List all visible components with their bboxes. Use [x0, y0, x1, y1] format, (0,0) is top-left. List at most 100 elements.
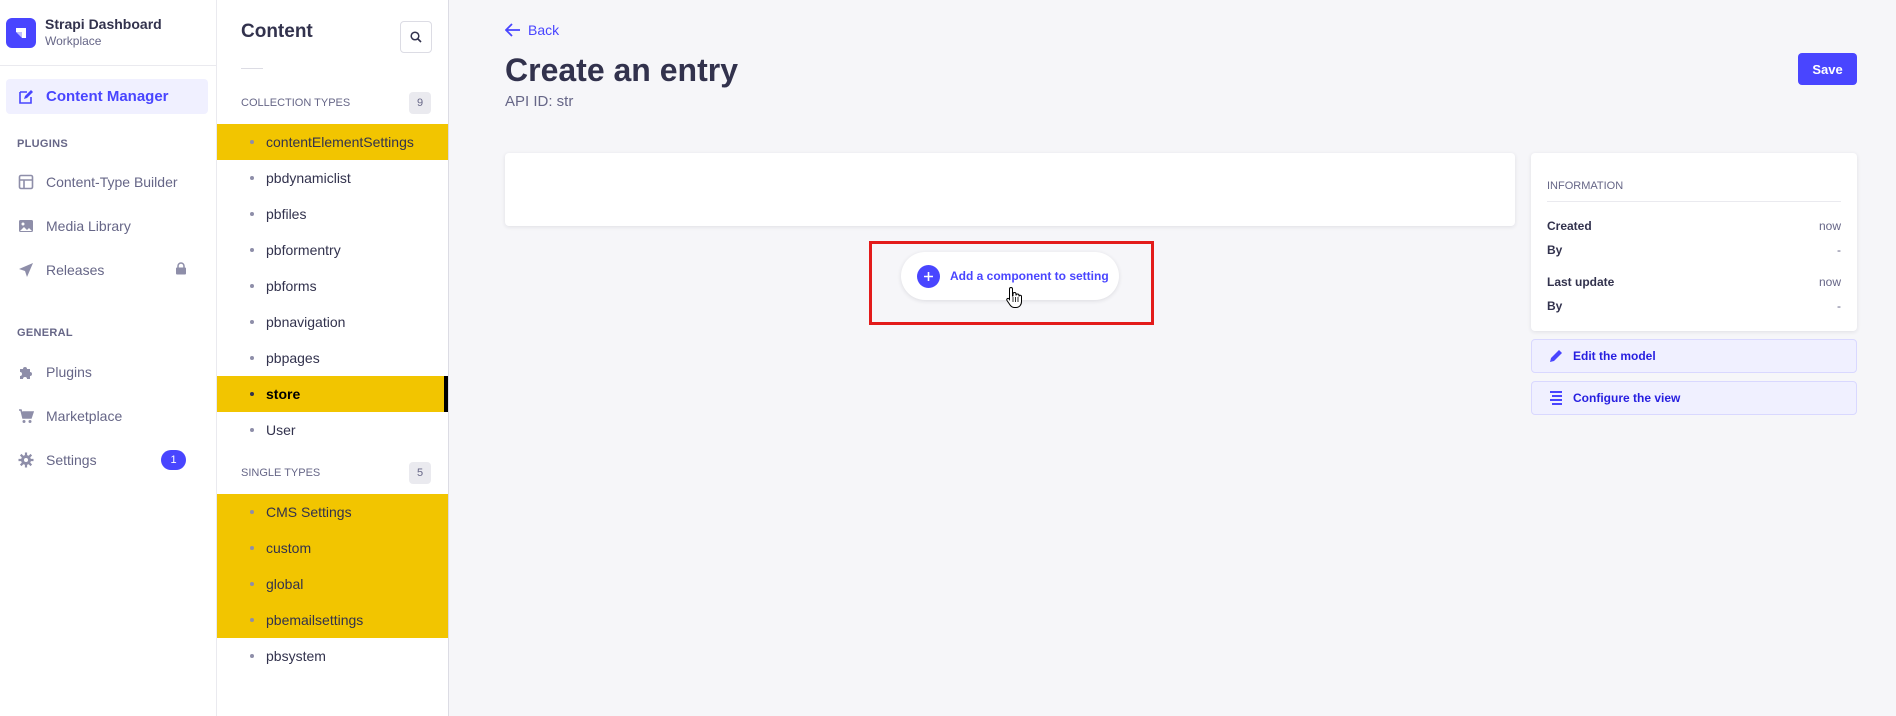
collection-item-label: pbpages [266, 350, 320, 366]
configure-view-button[interactable]: Configure the view [1531, 381, 1857, 415]
subnav-title: Content [241, 21, 313, 42]
image-icon [17, 217, 34, 234]
configure-view-label: Configure the view [1573, 391, 1681, 405]
collection-item-contentelementsettings[interactable]: contentElementSettings [217, 124, 448, 160]
puzzle-icon [17, 363, 34, 380]
add-component-label: Add a component to setting [950, 269, 1109, 283]
api-id: API ID: str [505, 93, 574, 110]
collection-item-label: pbnavigation [266, 314, 346, 330]
bullet [250, 546, 254, 550]
collection-item-label: User [266, 422, 296, 438]
updated-by-label: By [1547, 299, 1563, 313]
single-item-custom[interactable]: custom [217, 530, 448, 566]
shopping-cart-icon [17, 407, 34, 424]
collection-item-label: pbdynamiclist [266, 170, 351, 186]
single-types-label: SINGLE TYPES [241, 467, 321, 479]
single-types-header[interactable]: SINGLE TYPES 5 [241, 462, 431, 484]
nav-content-type-builder-label: Content-Type Builder [46, 173, 178, 190]
info-row-created-by: By - [1547, 243, 1841, 259]
created-value: now [1818, 219, 1841, 233]
nav-section-plugins: PLUGINS [17, 138, 68, 150]
bullet [250, 176, 254, 180]
single-item-label: CMS Settings [266, 504, 352, 520]
settings-notification-badge: 1 [161, 450, 186, 470]
back-label: Back [528, 22, 560, 38]
information-title: INFORMATION [1547, 180, 1624, 192]
single-item-label: custom [266, 540, 312, 556]
created-by-value: - [1837, 243, 1841, 257]
nav-releases[interactable]: Releases [6, 252, 208, 287]
collection-item-pbdynamiclist[interactable]: pbdynamiclist [217, 160, 448, 196]
collection-item-pbforms[interactable]: pbforms [217, 268, 448, 304]
bullet [250, 582, 254, 586]
main-navigation: Strapi Dashboard Workplace Content Manag… [0, 0, 217, 716]
info-row-created: Created now [1547, 219, 1841, 235]
subnav-divider [241, 68, 263, 69]
subnav-search-button[interactable] [400, 21, 432, 53]
info-row-last-update: Last update now [1547, 275, 1841, 291]
last-update-value: now [1818, 275, 1841, 289]
plus-circle-icon [917, 264, 940, 288]
created-label: Created [1547, 219, 1592, 233]
single-types-count: 5 [409, 462, 431, 484]
bullet [250, 248, 254, 252]
single-item-global[interactable]: global [217, 566, 448, 602]
layout-icon [17, 173, 34, 190]
brand-subtitle: Workplace [45, 34, 102, 48]
bullet [250, 356, 254, 360]
pencil-icon [1548, 348, 1564, 364]
collection-item-pbfiles[interactable]: pbfiles [217, 196, 448, 232]
nav-plugins-label: Plugins [46, 363, 92, 380]
layout-list-icon [1548, 390, 1564, 406]
arrow-left-icon [505, 23, 521, 37]
last-update-label: Last update [1547, 275, 1615, 289]
information-card: INFORMATION Created now By - Last update… [1531, 153, 1857, 331]
nav-media-library[interactable]: Media Library [6, 208, 208, 243]
collection-item-store[interactable]: store [217, 376, 448, 412]
paper-plane-icon [17, 261, 34, 278]
nav-media-library-label: Media Library [46, 217, 131, 234]
nav-marketplace-label: Marketplace [46, 407, 123, 424]
collection-item-pbpages[interactable]: pbpages [217, 340, 448, 376]
active-indicator [444, 376, 448, 412]
collection-item-label: pbforms [266, 278, 317, 294]
nav-marketplace[interactable]: Marketplace [6, 398, 208, 433]
bullet [250, 284, 254, 288]
information-divider [1547, 201, 1841, 202]
bullet [250, 510, 254, 514]
nav-settings-label: Settings [46, 451, 97, 468]
collection-item-pbnavigation[interactable]: pbnavigation [217, 304, 448, 340]
nav-plugins[interactable]: Plugins [6, 354, 208, 389]
nav-content-manager[interactable]: Content Manager [6, 79, 208, 114]
bullet [250, 140, 254, 144]
collection-types-label: COLLECTION TYPES [241, 97, 351, 109]
single-item-pbsystem[interactable]: pbsystem [217, 638, 448, 674]
collection-item-label: pbformentry [266, 242, 341, 258]
page-title: Create an entry [505, 52, 738, 88]
bullet [250, 392, 254, 396]
collection-types-header[interactable]: COLLECTION TYPES 9 [241, 92, 431, 114]
bullet [250, 212, 254, 216]
edit-model-button[interactable]: Edit the model [1531, 339, 1857, 373]
bullet [250, 428, 254, 432]
single-item-pbemailsettings[interactable]: pbemailsettings [217, 602, 448, 638]
save-button[interactable]: Save [1798, 53, 1857, 85]
back-link[interactable]: Back [505, 22, 559, 38]
single-item-cms-settings[interactable]: CMS Settings [217, 494, 448, 530]
nav-section-general: GENERAL [17, 327, 73, 339]
hand-pointer-cursor-icon [1006, 286, 1022, 313]
nav-releases-label: Releases [46, 261, 105, 278]
collection-item-label: store [266, 386, 301, 402]
created-by-label: By [1547, 243, 1563, 257]
nav-content-type-builder[interactable]: Content-Type Builder [6, 164, 208, 199]
collection-types-count: 9 [409, 92, 431, 114]
bullet [250, 320, 254, 324]
collection-item-pbformentry[interactable]: pbformentry [217, 232, 448, 268]
collection-item-label: contentElementSettings [266, 134, 414, 150]
gear-icon [17, 451, 34, 468]
nav-settings[interactable]: Settings 1 [6, 442, 208, 477]
collection-item-user[interactable]: User [217, 412, 448, 448]
single-item-label: pbsystem [266, 648, 326, 664]
collection-item-label: pbfiles [266, 206, 307, 222]
pencil-page-icon [17, 88, 34, 105]
